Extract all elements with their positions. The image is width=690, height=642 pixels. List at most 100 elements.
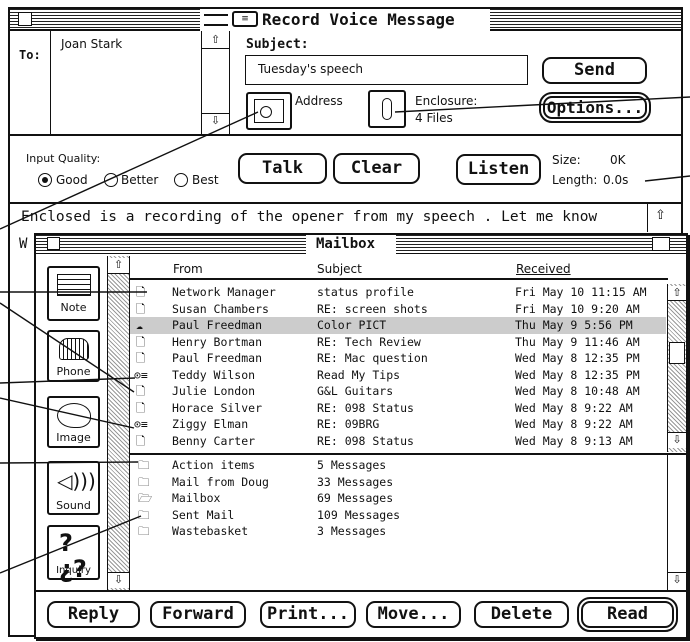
column-header-subject[interactable]: Subject (317, 262, 362, 276)
folder-name: Mailbox (172, 491, 221, 505)
inquiry-label: Inquiry (56, 565, 91, 576)
options-button[interactable]: Options... (539, 92, 651, 123)
received-cell: Wed May 8 9:22 AM (515, 400, 633, 415)
received-cell: Fri May 10 9:20 AM (515, 301, 640, 316)
quality-best-label[interactable]: Best (192, 173, 219, 187)
sound-icon[interactable]: ◁))) Sound (47, 461, 100, 515)
folder-row[interactable]: 🗀 Mail from Doug 33 Messages (130, 474, 666, 491)
reply-button[interactable]: Reply (47, 601, 140, 628)
close-box[interactable] (18, 12, 32, 26)
message-scroll-down-icon[interactable]: ⇩ (668, 432, 686, 448)
palette-scroll-up-icon[interactable]: ⇧ (108, 258, 129, 274)
message-row[interactable]: 🗋 Paul Freedman RE: Mac question Wed May… (130, 350, 666, 367)
from-cell: Teddy Wilson (172, 367, 256, 382)
message-row[interactable]: ⊙≡ Teddy Wilson Read My Tips Wed May 8 1… (130, 367, 666, 384)
palette-scrollbar[interactable] (108, 256, 130, 590)
column-header-from[interactable]: From (173, 262, 203, 276)
zoom-box[interactable] (652, 237, 670, 251)
message-row[interactable]: ⊙≡ Ziggy Elman RE: 09BRG Wed May 8 9:22 … (130, 416, 666, 433)
folder-scroll-down-icon[interactable]: ⇩ (668, 572, 686, 588)
received-cell: Wed May 8 12:35 PM (515, 351, 640, 365)
scroll-up-arrow-icon[interactable]: ⇧ (201, 33, 230, 49)
address-icon[interactable] (246, 92, 292, 130)
quality-good-label[interactable]: Good (56, 173, 88, 187)
from-cell: Paul Freedman (172, 318, 263, 332)
document-icon: 🗋 (136, 433, 146, 448)
body-divider (10, 202, 681, 204)
folder-scrollbar[interactable] (667, 455, 686, 590)
message-row[interactable]: 🗋 Benny Carter RE: 098 Status Wed May 8 … (130, 433, 666, 450)
voice-message-icon: ≡ (232, 11, 258, 27)
message-scroll-up-icon[interactable]: ⇧ (668, 286, 686, 301)
image-label: Image (56, 431, 91, 444)
subject-cell: status profile (317, 285, 414, 299)
record-title-text: Record Voice Message (262, 10, 455, 29)
to-value[interactable]: Joan Stark (61, 37, 122, 51)
input-quality-label: Input Quality: (26, 152, 101, 165)
message-body-line-1[interactable]: Enclosed is a recording of the opener fr… (21, 209, 597, 225)
note-icon[interactable]: Note (47, 266, 100, 321)
listen-button[interactable]: Listen (456, 154, 541, 185)
subject-cell: Color PICT (317, 318, 387, 332)
message-row[interactable]: 🗋 Horace Silver RE: 098 Status Wed May 8… (130, 400, 666, 417)
message-row-selected[interactable]: ☁ Paul Freedman Color PICT Thu May 9 5:5… (130, 317, 666, 334)
forward-button[interactable]: Forward (150, 601, 246, 628)
message-body-line-2[interactable]: W (19, 236, 27, 252)
folder-count: 3 Messages (317, 524, 387, 538)
quality-good-radio[interactable] (38, 173, 52, 187)
message-row[interactable]: 🗋 Susan Chambers RE: screen shots Fri Ma… (130, 301, 666, 318)
body-scroll-up-icon[interactable]: ⇧ (655, 208, 666, 223)
column-header-received[interactable]: Received (516, 262, 571, 276)
folder-count: 5 Messages (317, 458, 387, 472)
button-bar-divider (36, 590, 686, 592)
message-row[interactable]: 🗋 Network Manager status profile Fri May… (130, 284, 666, 301)
subject-cell: RE: screen shots (317, 301, 428, 316)
subject-cell: RE: 098 Status (317, 433, 414, 448)
folder-name: Action items (172, 458, 256, 472)
send-button[interactable]: Send (542, 57, 647, 84)
enclosure-paperclip-icon[interactable] (368, 90, 406, 128)
enclosure-value: 4 Files (415, 111, 453, 125)
clear-button[interactable]: Clear (333, 153, 420, 184)
message-scrollbar[interactable] (667, 284, 686, 452)
inquiry-icon[interactable]: ?¿? Inquiry (47, 525, 100, 582)
folder-row[interactable]: 🗀 Sent Mail 109 Messages (130, 507, 666, 524)
read-button[interactable]: Read (577, 597, 678, 632)
image-icon[interactable]: Image (47, 396, 100, 448)
delete-button[interactable]: Delete (474, 601, 569, 628)
subject-cell: G&L Guitars (317, 384, 394, 398)
scroll-down-arrow-icon[interactable]: ⇩ (201, 113, 230, 131)
from-cell: Horace Silver (172, 400, 263, 415)
message-row[interactable]: 🗋 Henry Bortman RE: Tech Review Thu May … (130, 334, 666, 351)
header-divider (10, 134, 681, 136)
phone-icon[interactable]: Phone (47, 330, 100, 382)
from-cell: Ziggy Elman (172, 417, 249, 431)
move-button[interactable]: Move... (366, 601, 461, 628)
subject-value[interactable]: Tuesday's speech (258, 62, 363, 76)
quality-better-label[interactable]: Better (121, 173, 158, 187)
address-label: Address (295, 94, 343, 108)
folder-list[interactable]: 🗀 Action items 5 Messages 🗀 Mail from Do… (130, 457, 666, 590)
quality-best-radio[interactable] (174, 173, 188, 187)
size-label: Size: (552, 153, 581, 167)
folder-name: Mail from Doug (172, 474, 269, 489)
folder-icon: 🗀 (138, 524, 150, 538)
message-scroll-thumb[interactable] (669, 342, 685, 364)
folder-row[interactable]: 🗁 Mailbox 69 Messages (130, 490, 666, 507)
sound-label: Sound (56, 499, 91, 512)
mailbox-close-box[interactable] (47, 237, 60, 250)
phone-label: Phone (56, 365, 91, 378)
subject-cell: RE: 098 Status (317, 400, 414, 415)
quality-better-radio[interactable] (104, 173, 118, 187)
received-cell: Wed May 8 12:35 PM (515, 367, 640, 382)
folder-row[interactable]: 🗀 Wastebasket 3 Messages (130, 523, 666, 540)
subject-cell: Read My Tips (317, 367, 401, 382)
message-row[interactable]: 🗋 Julie London G&L Guitars Wed May 8 10:… (130, 383, 666, 400)
talk-button[interactable]: Talk (238, 153, 327, 184)
from-cell: Network Manager (172, 285, 276, 299)
print-button[interactable]: Print... (260, 601, 356, 628)
palette-scroll-down-icon[interactable]: ⇩ (108, 572, 129, 588)
received-cell: Thu May 9 11:46 AM (515, 334, 640, 349)
message-list[interactable]: 🗋 Network Manager status profile Fri May… (130, 284, 666, 452)
folder-row[interactable]: 🗀 Action items 5 Messages (130, 457, 666, 474)
